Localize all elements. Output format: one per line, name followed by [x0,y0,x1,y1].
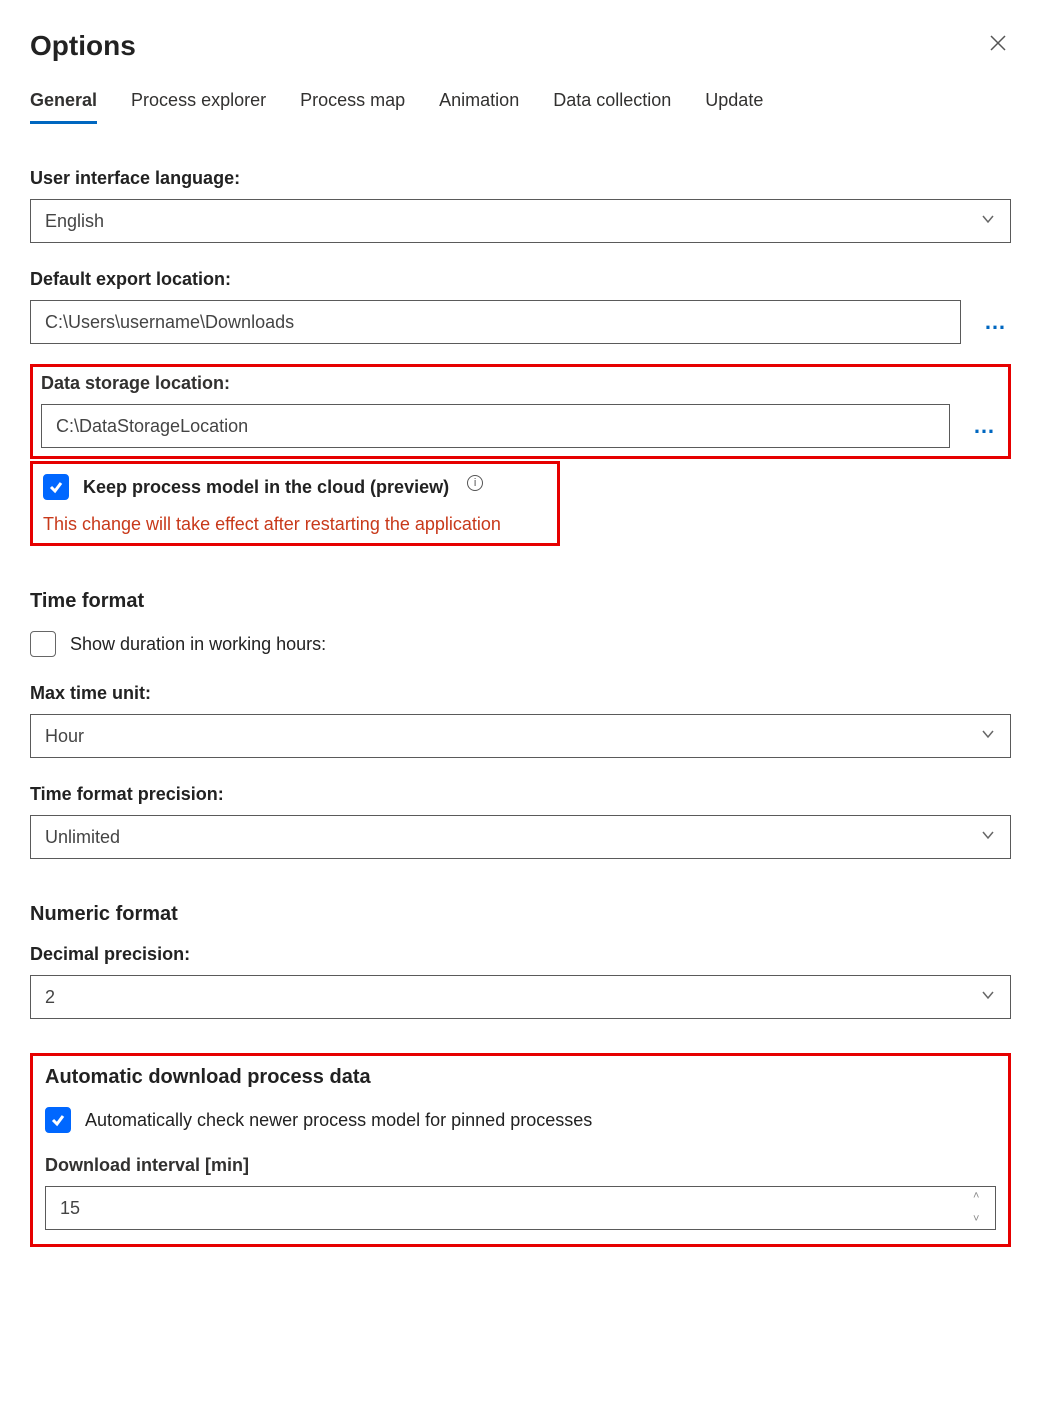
max-time-unit-select[interactable]: Hour [30,714,1011,758]
auto-download-highlight: Automatic download process data Automati… [30,1053,1011,1247]
decimal-precision-value: 2 [45,987,55,1008]
export-location-input[interactable]: C:\Users\username\Downloads [30,300,961,344]
browse-data-storage-button[interactable]: … [970,413,1000,439]
show-duration-label: Show duration in working hours: [70,634,326,655]
page-title: Options [30,30,136,62]
chevron-down-icon [980,987,996,1008]
data-storage-highlight: Data storage location: C:\DataStorageLoc… [30,364,1011,459]
auto-check-label: Automatically check newer process model … [85,1110,592,1131]
keep-cloud-highlight: Keep process model in the cloud (preview… [30,461,560,546]
decimal-precision-label: Decimal precision: [30,944,1011,965]
tab-update[interactable]: Update [705,90,763,124]
download-interval-value: 15 [60,1198,80,1219]
data-storage-value: C:\DataStorageLocation [56,416,248,437]
tab-animation[interactable]: Animation [439,90,519,124]
time-precision-value: Unlimited [45,827,120,848]
ui-language-label: User interface language: [30,168,1011,189]
spinner-up-icon[interactable]: ˄ [973,1191,989,1202]
time-precision-label: Time format precision: [30,784,1011,805]
chevron-down-icon [980,827,996,848]
close-icon[interactable] [985,30,1011,62]
tabs-bar: General Process explorer Process map Ani… [30,90,1011,124]
ui-language-value: English [45,211,104,232]
info-icon[interactable]: i [467,475,483,491]
keep-cloud-label: Keep process model in the cloud (preview… [83,477,449,498]
download-interval-label: Download interval [min] [45,1155,996,1176]
auto-check-checkbox[interactable] [45,1107,71,1133]
chevron-down-icon [980,726,996,747]
max-time-unit-value: Hour [45,726,84,747]
download-interval-input[interactable]: 15 ˄ ˅ [45,1186,996,1230]
decimal-precision-select[interactable]: 2 [30,975,1011,1019]
max-time-unit-label: Max time unit: [30,683,1011,704]
chevron-down-icon [980,211,996,232]
time-format-heading: Time format [30,590,1011,613]
browse-export-location-button[interactable]: … [981,309,1011,335]
data-storage-label: Data storage location: [41,373,1000,394]
spinner-down-icon[interactable]: ˅ [973,1214,989,1225]
export-location-value: C:\Users\username\Downloads [45,312,294,333]
tab-data-collection[interactable]: Data collection [553,90,671,124]
export-location-label: Default export location: [30,269,1011,290]
numeric-format-heading: Numeric format [30,903,1011,926]
time-precision-select[interactable]: Unlimited [30,815,1011,859]
restart-warning: This change will take effect after resta… [43,514,547,535]
auto-download-heading: Automatic download process data [45,1066,996,1089]
tab-process-map[interactable]: Process map [300,90,405,124]
tab-general[interactable]: General [30,90,97,124]
ui-language-select[interactable]: English [30,199,1011,243]
keep-cloud-checkbox[interactable] [43,474,69,500]
data-storage-input[interactable]: C:\DataStorageLocation [41,404,950,448]
tab-process-explorer[interactable]: Process explorer [131,90,266,124]
show-duration-checkbox[interactable] [30,631,56,657]
